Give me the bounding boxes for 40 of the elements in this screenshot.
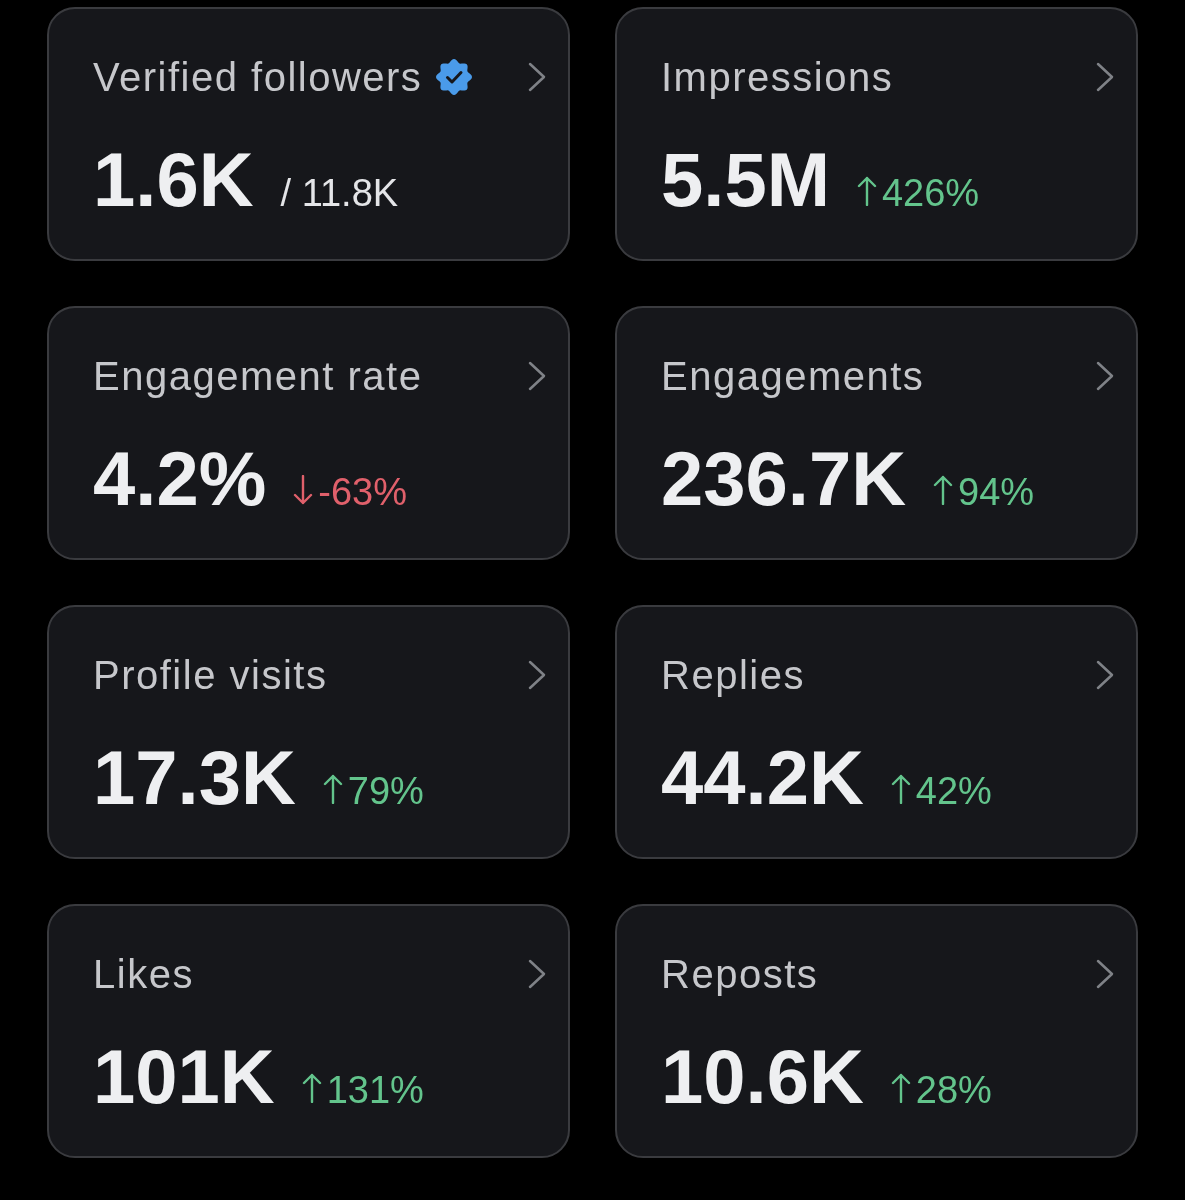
stat-value: 5.5M [661, 142, 830, 218]
change-percent: 131% [326, 1069, 424, 1112]
chevron-right-icon [1096, 660, 1114, 690]
stat-card[interactable]: Likes 101K 131% [47, 904, 570, 1158]
stat-card[interactable]: Profile visits 17.3K 79% [47, 605, 570, 859]
change-percent: 42% [915, 770, 992, 813]
stat-value: 10.6K [661, 1039, 864, 1115]
change-percent: 79% [347, 770, 424, 813]
stat-card[interactable]: Engagements 236.7K 94% [615, 306, 1138, 560]
chevron-right-icon [1096, 361, 1114, 391]
change-percent: 426% [881, 172, 980, 215]
stat-card[interactable]: Replies 44.2K 42% [615, 605, 1138, 859]
stat-title: Impressions [661, 54, 894, 101]
stat-title: Reposts [661, 951, 819, 998]
chevron-right-icon [528, 361, 546, 391]
change-percent: 94% [958, 471, 1035, 514]
stat-title: Profile visits [93, 652, 328, 699]
chevron-right-icon [528, 660, 546, 690]
stat-value: 4.2% [93, 441, 267, 517]
stat-value: 236.7K [661, 441, 907, 517]
stat-value: 101K [93, 1039, 275, 1115]
stat-title: Verified followers [93, 54, 423, 101]
stat-card[interactable]: Reposts 10.6K 28% [615, 904, 1138, 1158]
stat-card[interactable]: Verified followers 1.6K / 11.8K [47, 7, 570, 261]
chevron-right-icon [528, 62, 546, 92]
total-count: / 11.8K [280, 172, 399, 215]
stat-value: 17.3K [93, 740, 296, 816]
change-percent: -63% [318, 471, 407, 514]
chevron-right-icon [528, 959, 546, 989]
stat-card[interactable]: Engagement rate 4.2% -63% [47, 306, 570, 560]
stat-value: 1.6K [93, 142, 254, 218]
stat-title: Replies [661, 652, 805, 699]
stat-value: 44.2K [661, 740, 864, 816]
chevron-right-icon [1096, 62, 1114, 92]
stat-title: Engagement rate [93, 353, 423, 400]
stat-title: Likes [93, 951, 194, 998]
chevron-right-icon [1096, 959, 1114, 989]
stat-title: Engagements [661, 353, 925, 400]
change-percent: 28% [915, 1069, 992, 1112]
stat-card[interactable]: Impressions 5.5M 426% [615, 7, 1138, 261]
